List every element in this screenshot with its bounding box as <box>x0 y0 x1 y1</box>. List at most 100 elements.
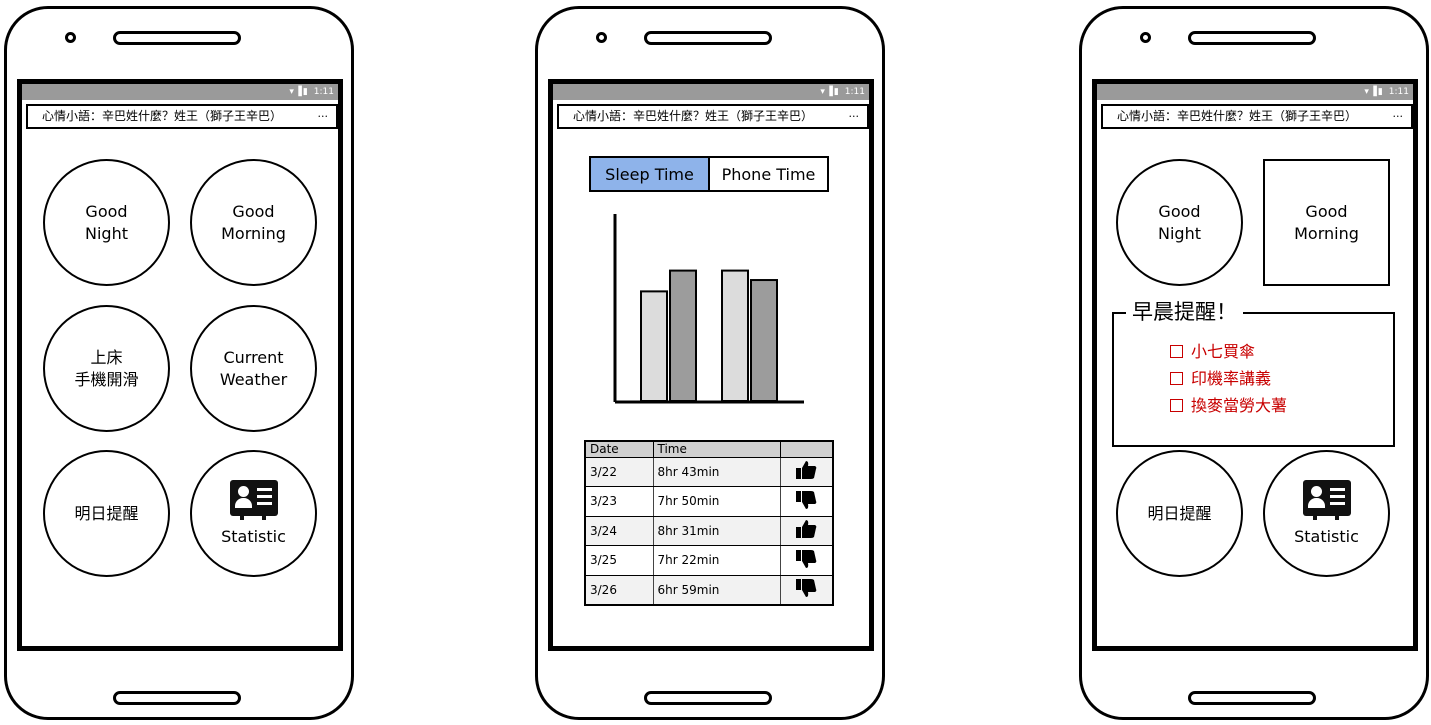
thumbs-up-icon[interactable] <box>780 457 834 487</box>
id-card-icon <box>229 479 278 520</box>
title-bar: 心情小語：辛巴姓什麼？姓王（獅子王辛巴） ... <box>1101 104 1413 129</box>
chart-bar <box>669 269 697 403</box>
bed-phone-button[interactable]: 上床 手機開滑 <box>43 305 170 432</box>
title-text: 心情小語：辛巴姓什麼？姓王（獅子王辛巴） <box>1117 109 1358 123</box>
checkbox-icon[interactable] <box>1170 345 1183 358</box>
good-morning-button[interactable]: Good Morning <box>190 159 317 286</box>
id-card-icon <box>1302 479 1351 520</box>
table-row: 3/24 8hr 31min <box>585 516 834 546</box>
phone-3: ▾▐▮ 1:11 心情小語：辛巴姓什麼？姓王（獅子王辛巴） ... Good Ni… <box>1079 6 1429 720</box>
camera <box>65 32 76 43</box>
more-button[interactable]: ... <box>1393 106 1404 124</box>
reminder-item-label: 印機率講義 <box>1191 369 1272 388</box>
table-row: 3/22 8hr 43min <box>585 457 834 487</box>
good-night-button[interactable]: Good Night <box>1116 159 1243 286</box>
checkbox-icon[interactable] <box>1170 399 1183 412</box>
chart-bar <box>750 279 778 402</box>
home-bar <box>1188 691 1316 705</box>
statistic-label: Statistic <box>221 526 286 546</box>
time-cell: 8hr 31min <box>653 516 781 546</box>
status-icons: ▾▐▮ <box>1364 87 1384 97</box>
table-row: 3/26 6hr 59min <box>585 575 834 605</box>
camera <box>596 32 607 43</box>
thumbs-down-icon[interactable] <box>780 575 834 605</box>
reminder-item-label: 小七買傘 <box>1191 342 1256 361</box>
date-cell: 3/26 <box>585 575 654 605</box>
thumbs-down-icon[interactable] <box>780 545 834 576</box>
status-bar: ▾▐▮ 1:11 <box>1097 84 1413 100</box>
title-text: 心情小語：辛巴姓什麼？姓王（獅子王辛巴） <box>573 109 814 123</box>
phone-1: ▾▐▮ 1:11 心情小語：辛巴姓什麼？姓王（獅子王辛巴） ... Good Ni… <box>4 6 354 720</box>
title-bar: 心情小語：辛巴姓什麼？姓王（獅子王辛巴） ... <box>26 104 338 129</box>
chart-bar <box>721 269 749 403</box>
chart-bar <box>640 290 668 402</box>
time-cell: 6hr 59min <box>653 575 781 605</box>
status-bar: ▾▐▮ 1:11 <box>553 84 869 100</box>
checkbox-icon[interactable] <box>1170 372 1183 385</box>
reminder-title: 早晨提醒！ <box>1126 296 1243 326</box>
time-cell: 8hr 43min <box>653 457 781 487</box>
header-rating <box>779 440 834 458</box>
status-time: 1:11 <box>1388 87 1409 97</box>
thumbs-down-icon[interactable] <box>780 486 834 517</box>
time-toggle: Sleep Time Phone Time <box>589 156 829 192</box>
camera <box>1140 32 1151 43</box>
speaker <box>644 31 772 45</box>
screen: ▾▐▮ 1:11 心情小語：辛巴姓什麼？姓王（獅子王辛巴） ... Good Ni… <box>17 79 343 651</box>
date-cell: 3/24 <box>585 516 654 546</box>
status-time: 1:11 <box>313 87 334 97</box>
title-text: 心情小語：辛巴姓什麼？姓王（獅子王辛巴） <box>42 109 283 123</box>
statistic-button[interactable]: Statistic <box>190 450 317 577</box>
reminder-item-label: 換麥當勞大薯 <box>1191 396 1288 415</box>
statistic-button[interactable]: Statistic <box>1263 450 1390 577</box>
time-cell: 7hr 50min <box>653 486 781 517</box>
date-cell: 3/23 <box>585 486 654 517</box>
header-time: Time <box>652 440 781 458</box>
reminder-item[interactable]: 小七買傘 <box>1170 338 1287 365</box>
table-header-row: Date Time <box>584 440 834 458</box>
statistic-label: Statistic <box>1294 526 1359 546</box>
tomorrow-reminder-label: 明日提醒 <box>1147 503 1212 523</box>
reminder-item[interactable]: 換麥當勞大薯 <box>1170 392 1287 419</box>
tomorrow-reminder-button[interactable]: 明日提醒 <box>1116 450 1243 577</box>
current-weather-button[interactable]: Current Weather <box>190 305 317 432</box>
bed-phone-label: 上床 手機開滑 <box>74 347 139 389</box>
reminder-list: 小七買傘 印機率講義 換麥當勞大薯 <box>1170 338 1287 419</box>
table-row: 3/25 7hr 22min <box>585 545 834 576</box>
phone-2: ▾▐▮ 1:11 心情小語：辛巴姓什麼？姓王（獅子王辛巴） ... Sleep T… <box>535 6 885 720</box>
status-icons: ▾▐▮ <box>820 87 840 97</box>
bar-chart <box>613 214 804 404</box>
more-button[interactable]: ... <box>849 106 860 124</box>
good-morning-button[interactable]: Good Morning <box>1263 159 1390 286</box>
title-bar: 心情小語：辛巴姓什麼？姓王（獅子王辛巴） ... <box>557 104 869 129</box>
date-cell: 3/22 <box>585 457 654 487</box>
home-bar <box>644 691 772 705</box>
speaker <box>113 31 241 45</box>
good-night-label: Good Night <box>85 201 128 243</box>
tab-phone-time[interactable]: Phone Time <box>710 158 827 190</box>
tomorrow-reminder-label: 明日提醒 <box>74 503 139 523</box>
status-icons: ▾▐▮ <box>289 87 309 97</box>
tab-sleep-time[interactable]: Sleep Time <box>591 158 710 190</box>
good-night-label: Good Night <box>1158 201 1201 243</box>
sleep-table: Date Time 3/22 8hr 43min 3/23 7hr 50min 3/24… <box>584 440 834 606</box>
status-time: 1:11 <box>844 87 865 97</box>
header-date: Date <box>584 440 654 458</box>
speaker <box>1188 31 1316 45</box>
good-night-button[interactable]: Good Night <box>43 159 170 286</box>
more-button[interactable]: ... <box>318 106 329 124</box>
current-weather-label: Current Weather <box>219 347 288 389</box>
reminder-item[interactable]: 印機率講義 <box>1170 365 1287 392</box>
thumbs-up-icon[interactable] <box>780 516 834 546</box>
status-bar: ▾▐▮ 1:11 <box>22 84 338 100</box>
table-row: 3/23 7hr 50min <box>585 486 834 517</box>
time-cell: 7hr 22min <box>653 545 781 576</box>
screen: ▾▐▮ 1:11 心情小語：辛巴姓什麼？姓王（獅子王辛巴） ... Sleep T… <box>548 79 874 651</box>
good-morning-label: Good Morning <box>1294 201 1359 243</box>
morning-reminder-panel: 早晨提醒！ 小七買傘 印機率講義 換麥當勞大薯 <box>1112 296 1395 447</box>
screen: ▾▐▮ 1:11 心情小語：辛巴姓什麼？姓王（獅子王辛巴） ... Good Ni… <box>1092 79 1418 651</box>
good-morning-label: Good Morning <box>221 201 286 243</box>
home-bar <box>113 691 241 705</box>
tomorrow-reminder-button[interactable]: 明日提醒 <box>43 450 170 577</box>
date-cell: 3/25 <box>585 545 654 576</box>
